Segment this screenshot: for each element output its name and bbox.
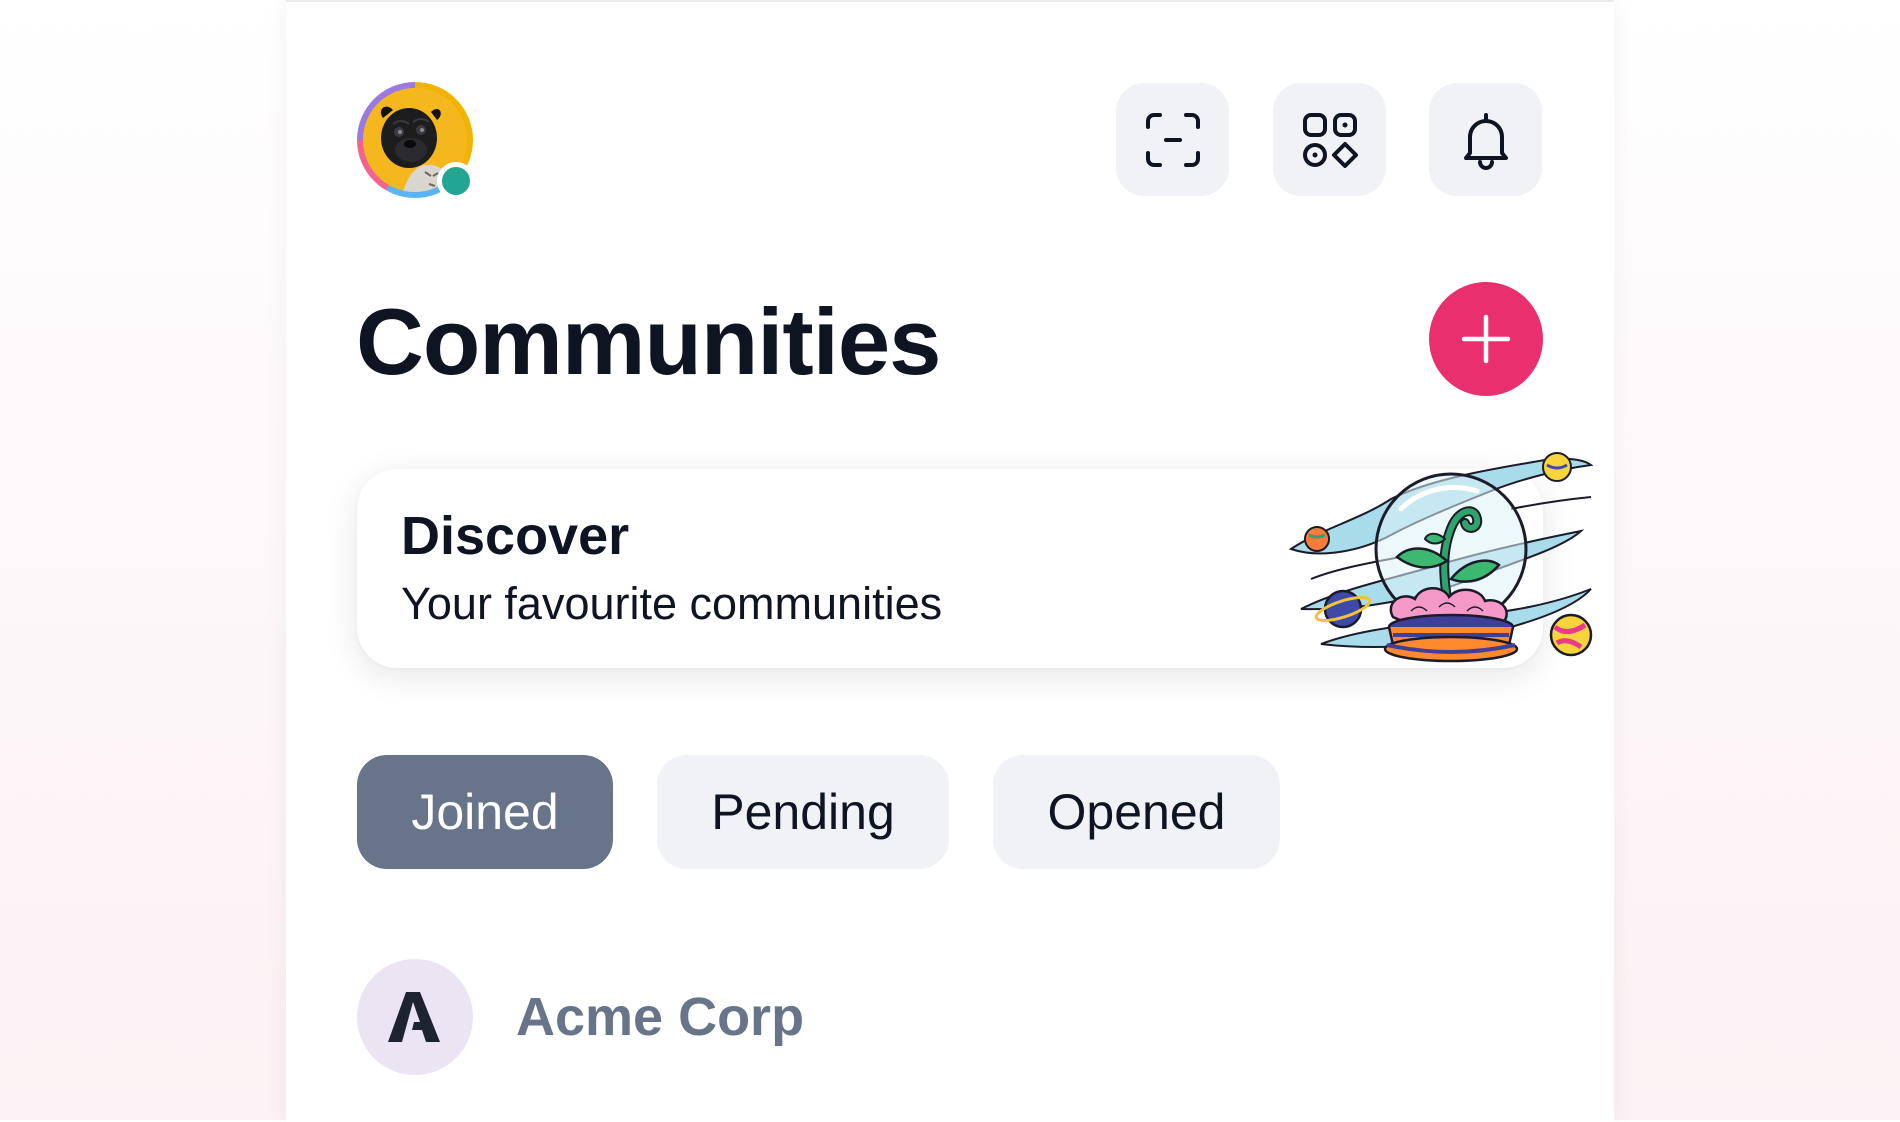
plus-icon <box>1461 314 1511 364</box>
acme-corp-logo <box>357 959 473 1075</box>
tab-pending[interactable]: Pending <box>657 755 949 869</box>
apps-button[interactable] <box>1273 83 1386 196</box>
notifications-button[interactable] <box>1429 83 1542 196</box>
tab-joined[interactable]: Joined <box>357 755 613 869</box>
discover-subtitle: Your favourite communities <box>401 578 943 629</box>
scan-button[interactable] <box>1116 83 1229 196</box>
acme-logo-icon <box>388 992 440 1042</box>
page-title: Communities <box>356 289 941 394</box>
scan-icon <box>1145 112 1200 167</box>
add-community-button[interactable] <box>1429 282 1543 396</box>
apps-icon <box>1302 112 1358 168</box>
community-name: Acme Corp <box>516 987 805 1047</box>
tab-opened[interactable]: Opened <box>993 755 1280 869</box>
crystal-ball-illustration <box>1288 452 1594 663</box>
user-avatar[interactable] <box>357 82 475 200</box>
bell-icon <box>1463 112 1508 170</box>
community-item-acme-corp[interactable]: Acme Corp <box>357 959 1157 1075</box>
discover-title: Discover <box>401 506 630 566</box>
discover-card[interactable]: Discover Your favourite communities <box>357 452 1594 668</box>
online-status-dot <box>437 162 475 200</box>
communities-panel: Communities Discover Your favourite comm… <box>286 0 1614 1122</box>
